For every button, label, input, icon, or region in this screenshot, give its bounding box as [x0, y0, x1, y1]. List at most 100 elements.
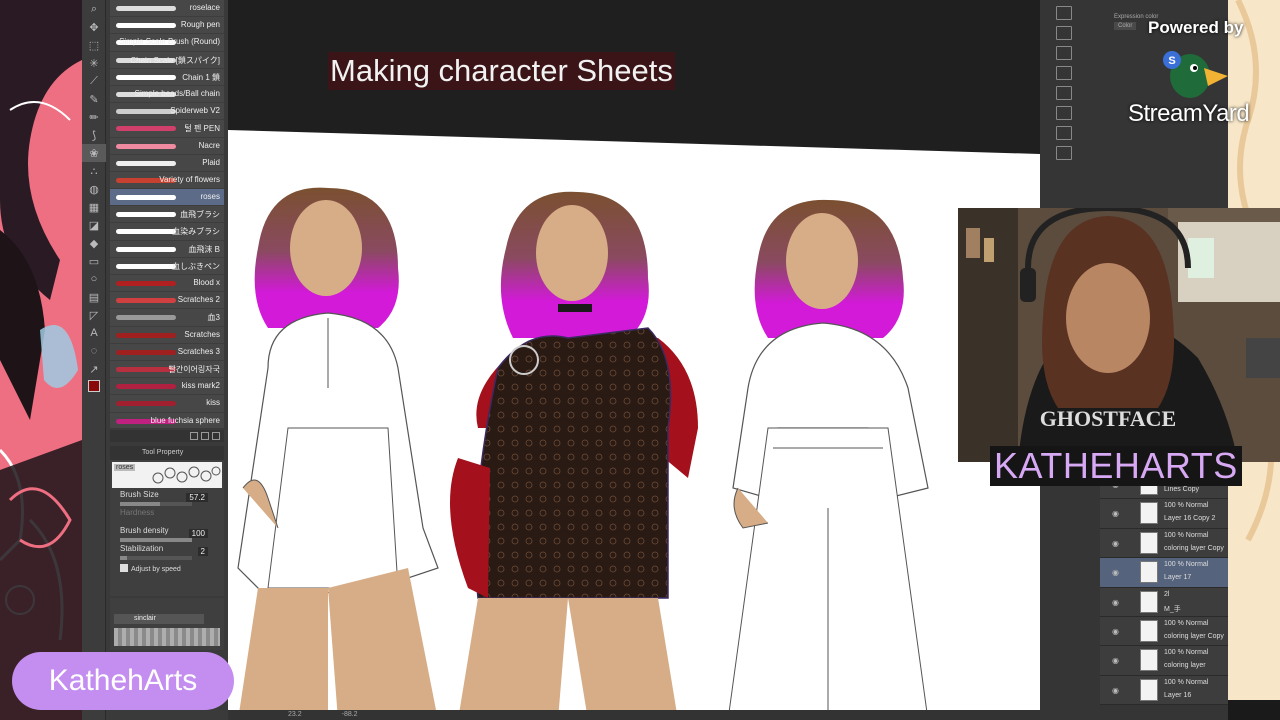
- rotation-value[interactable]: -88.2: [342, 710, 358, 720]
- brush-item[interactable]: Scratches: [110, 327, 224, 344]
- brush-item[interactable]: Nacre: [110, 138, 224, 155]
- panel-icon-5[interactable]: [1056, 86, 1072, 100]
- brush-tool-icon[interactable]: ⟆: [82, 126, 106, 144]
- eye-icon[interactable]: ◉: [1112, 568, 1119, 577]
- panel-icon-1[interactable]: [1056, 6, 1072, 20]
- correction-tool-icon[interactable]: ↗: [82, 360, 106, 378]
- brush-item[interactable]: 血しぶきペン: [110, 258, 224, 275]
- eyedropper-icon[interactable]: ⟋: [82, 72, 106, 90]
- brush-item[interactable]: Scratches 2: [110, 292, 224, 310]
- brush-item[interactable]: Chain 1 鎖: [110, 69, 224, 86]
- brand-name-pill: KathehArts: [12, 652, 234, 710]
- layer-name: Layer 16: [1164, 691, 1192, 699]
- brush-name: roselace: [189, 3, 220, 12]
- figure-2: [450, 191, 698, 720]
- brush-item[interactable]: 血飛ブラシ: [110, 206, 224, 224]
- layer-blend: 100 % Normal: [1164, 649, 1209, 657]
- panel-icon-4[interactable]: [1056, 66, 1072, 80]
- brush-item[interactable]: Plaid: [110, 155, 224, 172]
- layer-row[interactable]: ◉ 2l M_手: [1100, 587, 1228, 617]
- adjust-by-speed-checkbox[interactable]: Adjust by speed: [110, 564, 224, 573]
- eraser-icon[interactable]: ◪: [82, 216, 106, 234]
- layer-thumbnail: [1140, 678, 1158, 701]
- zoom-tool-icon[interactable]: ⌕: [82, 0, 106, 18]
- brush-density-slider[interactable]: [120, 538, 192, 542]
- eye-icon[interactable]: ◉: [1112, 656, 1119, 665]
- panel-icon-6[interactable]: [1056, 106, 1072, 120]
- sub-tool-name[interactable]: sinclair: [114, 614, 204, 624]
- eye-icon[interactable]: ◉: [1112, 539, 1119, 548]
- airbrush-icon[interactable]: ∴: [82, 162, 106, 180]
- brush-size-value[interactable]: 57.2: [186, 493, 208, 502]
- balloon-tool-icon[interactable]: ◌: [82, 342, 106, 360]
- stabilization-row[interactable]: Stabilization 2: [110, 544, 224, 562]
- brush-item[interactable]: 血飛沫 B: [110, 241, 224, 258]
- panel-icon-3[interactable]: [1056, 46, 1072, 60]
- copy-brush-icon[interactable]: [201, 432, 209, 440]
- gradient-icon[interactable]: ▭: [82, 252, 106, 270]
- brush-item[interactable]: blue fuchsia sphere: [110, 413, 224, 429]
- brush-density-value[interactable]: 100: [188, 529, 208, 538]
- ruler-tool-icon[interactable]: ◸: [82, 306, 106, 324]
- brush-item[interactable]: Spiderweb V2: [110, 103, 224, 121]
- decoration-tool-icon[interactable]: ❀: [82, 144, 106, 162]
- pencil-tool-icon[interactable]: ✏: [82, 108, 106, 126]
- brush-item[interactable]: kiss: [110, 395, 224, 413]
- brush-item[interactable]: roses: [110, 189, 224, 207]
- blend-tool-icon[interactable]: ◍: [82, 180, 106, 198]
- brush-item[interactable]: Scratches 3: [110, 344, 224, 361]
- stabilization-slider[interactable]: [120, 556, 192, 560]
- drawing-canvas[interactable]: [228, 130, 1040, 720]
- brush-item[interactable]: kiss mark2: [110, 378, 224, 396]
- frame-tool-icon[interactable]: ▤: [82, 288, 106, 306]
- camera-name-tag: KATHEHARTS: [990, 446, 1242, 486]
- brush-item[interactable]: Chain Scale [鎖スパイク]: [110, 52, 224, 69]
- brush-item[interactable]: Variety of flowers: [110, 172, 224, 190]
- add-brush-icon[interactable]: [190, 432, 198, 440]
- layer-row[interactable]: ◉ 100 % Normal Layer 16 Copy 2: [1100, 499, 1228, 529]
- brush-item[interactable]: 빨간이어링자국: [110, 361, 224, 379]
- hardness-row[interactable]: Hardness: [110, 508, 224, 526]
- pen-tool-icon[interactable]: ✎: [82, 90, 106, 108]
- expression-color-value[interactable]: Color: [1114, 22, 1137, 30]
- layer-row[interactable]: ◉ 100 % Normal Layer 17: [1100, 558, 1228, 588]
- material-grid[interactable]: [114, 628, 220, 646]
- eye-icon[interactable]: ◉: [1112, 509, 1119, 518]
- brush-name: Plaid: [202, 157, 220, 167]
- brush-size-row[interactable]: Brush Size 57.2: [110, 490, 224, 508]
- svg-text:GHOSTFACE: GHOSTFACE: [1040, 406, 1177, 431]
- fill-tool-icon[interactable]: ◆: [82, 234, 106, 252]
- brush-item[interactable]: 血3: [110, 309, 224, 327]
- brush-item[interactable]: 털 펜 PEN: [110, 120, 224, 138]
- main-color-swatch[interactable]: [82, 378, 106, 394]
- brush-stroke-preview: [116, 315, 176, 321]
- layer-row[interactable]: ◉ 100 % Normal coloring layer: [1100, 646, 1228, 676]
- eye-icon[interactable]: ◉: [1112, 686, 1119, 695]
- brush-item[interactable]: roselace: [110, 0, 224, 18]
- layer-row[interactable]: ◉ 100 % Normal coloring layer Copy: [1100, 616, 1228, 647]
- move-tool-icon[interactable]: ✥: [82, 18, 106, 36]
- select-tool-icon[interactable]: ⬚: [82, 36, 106, 54]
- brush-item[interactable]: Simple Scale Brush (Round): [110, 34, 224, 52]
- brush-item[interactable]: Blood x: [110, 275, 224, 293]
- zoom-value[interactable]: 23.2: [288, 710, 302, 720]
- panel-icon-8[interactable]: [1056, 146, 1072, 160]
- panel-icon-7[interactable]: [1056, 126, 1072, 140]
- brush-item[interactable]: 血染みブラシ: [110, 223, 224, 241]
- brush-item[interactable]: Simple beads/Ball chain: [110, 86, 224, 104]
- eye-icon[interactable]: ◉: [1112, 598, 1119, 607]
- stabilization-value[interactable]: 2: [197, 547, 208, 556]
- figure-tool-icon[interactable]: ○: [82, 270, 106, 288]
- brush-size-slider[interactable]: [120, 502, 192, 506]
- pattern-tool-icon[interactable]: ▦: [82, 198, 106, 216]
- delete-brush-icon[interactable]: [212, 432, 220, 440]
- text-tool-icon[interactable]: A: [82, 324, 106, 342]
- auto-select-icon[interactable]: ✳: [82, 54, 106, 72]
- brush-stroke-preview: [116, 401, 176, 407]
- brush-item[interactable]: Rough pen: [110, 17, 224, 35]
- panel-icon-2[interactable]: [1056, 26, 1072, 40]
- layer-row[interactable]: ◉ 100 % Normal Layer 16: [1100, 675, 1228, 706]
- layer-row[interactable]: ◉ 100 % Normal coloring layer Copy: [1100, 528, 1228, 559]
- brush-density-row[interactable]: Brush density 100: [110, 526, 224, 544]
- eye-icon[interactable]: ◉: [1112, 627, 1119, 636]
